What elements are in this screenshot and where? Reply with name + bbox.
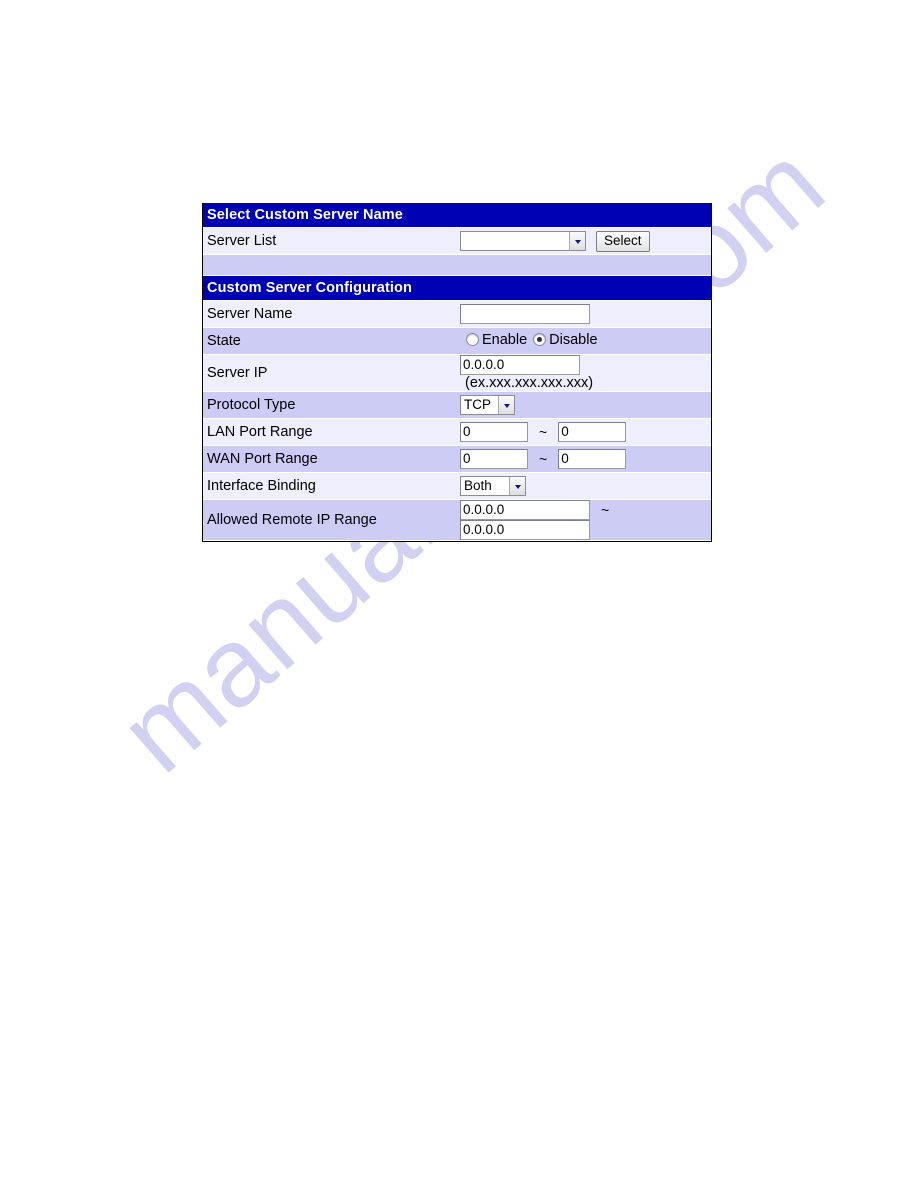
table-row-state: State Enable Disable: [203, 327, 711, 355]
interface-binding-dropdown-value: Both: [464, 478, 492, 494]
section-header-custom-server-configuration: Custom Server Configuration: [203, 275, 711, 301]
page-watermark: manualshive.com: [0, 0, 918, 1188]
table-row-server-list: Server List Select: [203, 227, 711, 255]
table-row-allowed-remote-ip-range: Allowed Remote IP Range 0.0.0.0 ~ 0.0.0.…: [203, 499, 711, 542]
label-server-list: Server List: [203, 227, 457, 255]
label-allowed-remote-ip-range: Allowed Remote IP Range: [203, 499, 457, 542]
chevron-down-icon[interactable]: [498, 396, 514, 415]
field-server-list: Select: [457, 227, 711, 255]
field-protocol-type: TCP: [457, 391, 711, 420]
state-option-enable[interactable]: Enable: [466, 332, 527, 348]
server-ip-format-hint: (ex.xxx.xxx.xxx.xxx): [465, 375, 594, 392]
lan-port-range-separator: ~: [539, 424, 548, 441]
table-row-lan-port-range: LAN Port Range 0 ~ 0: [203, 418, 711, 447]
chevron-down-icon[interactable]: [569, 232, 585, 250]
field-server-name: [457, 300, 711, 328]
chevron-down-icon[interactable]: [509, 477, 525, 496]
select-button[interactable]: Select: [596, 230, 650, 252]
protocol-type-dropdown[interactable]: TCP: [460, 395, 515, 416]
allowed-remote-ip-range-to-input[interactable]: 0.0.0.0: [460, 520, 590, 541]
wan-port-range-to-input[interactable]: 0: [558, 449, 627, 470]
section-spacer-row: [203, 254, 711, 276]
table-row-wan-port-range: WAN Port Range 0 ~ 0: [203, 445, 711, 474]
table-row-server-name: Server Name: [203, 300, 711, 328]
config-table: Select Custom Server Name Server List Se…: [203, 203, 711, 542]
section-title: Select Custom Server Name: [203, 203, 711, 228]
radio-unchecked-icon[interactable]: [466, 333, 479, 347]
allowed-remote-ip-range-separator: ~: [601, 502, 610, 519]
protocol-type-dropdown-value: TCP: [464, 397, 491, 413]
wan-port-range-from-input[interactable]: 0: [460, 449, 528, 470]
field-lan-port-range: 0 ~ 0: [457, 418, 711, 447]
spacer-cell: [203, 254, 711, 276]
section-header-select-custom-server-name: Select Custom Server Name: [203, 203, 711, 228]
allowed-remote-ip-range-from-input[interactable]: 0.0.0.0: [460, 500, 590, 521]
label-server-name: Server Name: [203, 300, 457, 328]
table-row-server-ip: Server IP 0.0.0.0 (ex.xxx.xxx.xxx.xxx): [203, 354, 711, 393]
table-row-interface-binding: Interface Binding Both: [203, 472, 711, 501]
server-name-input[interactable]: [460, 304, 590, 324]
field-server-ip: 0.0.0.0 (ex.xxx.xxx.xxx.xxx): [457, 354, 711, 393]
label-lan-port-range: LAN Port Range: [203, 418, 457, 447]
custom-server-config-panel: Select Custom Server Name Server List Se…: [202, 203, 712, 543]
state-option-disable-label: Disable: [549, 331, 598, 348]
state-radio-group: Enable Disable: [466, 332, 602, 348]
label-wan-port-range: WAN Port Range: [203, 445, 457, 474]
field-interface-binding: Both: [457, 472, 711, 501]
server-list-dropdown[interactable]: [460, 231, 586, 251]
label-state: State: [203, 327, 457, 355]
field-state: Enable Disable: [457, 327, 711, 355]
state-option-enable-label: Enable: [482, 331, 528, 348]
label-server-ip: Server IP: [203, 354, 457, 393]
state-option-disable[interactable]: Disable: [533, 331, 598, 348]
server-ip-input[interactable]: 0.0.0.0: [460, 355, 580, 375]
section-title: Custom Server Configuration: [203, 275, 711, 301]
field-wan-port-range: 0 ~ 0: [457, 445, 711, 474]
label-protocol-type: Protocol Type: [203, 391, 457, 420]
label-interface-binding: Interface Binding: [203, 472, 457, 501]
interface-binding-dropdown[interactable]: Both: [460, 476, 526, 497]
wan-port-range-separator: ~: [539, 451, 548, 468]
radio-checked-icon[interactable]: [533, 333, 547, 347]
table-row-protocol-type: Protocol Type TCP: [203, 391, 711, 420]
lan-port-range-to-input[interactable]: 0: [558, 422, 627, 443]
field-allowed-remote-ip-range: 0.0.0.0 ~ 0.0.0.0: [457, 499, 711, 542]
lan-port-range-from-input[interactable]: 0: [460, 422, 528, 443]
